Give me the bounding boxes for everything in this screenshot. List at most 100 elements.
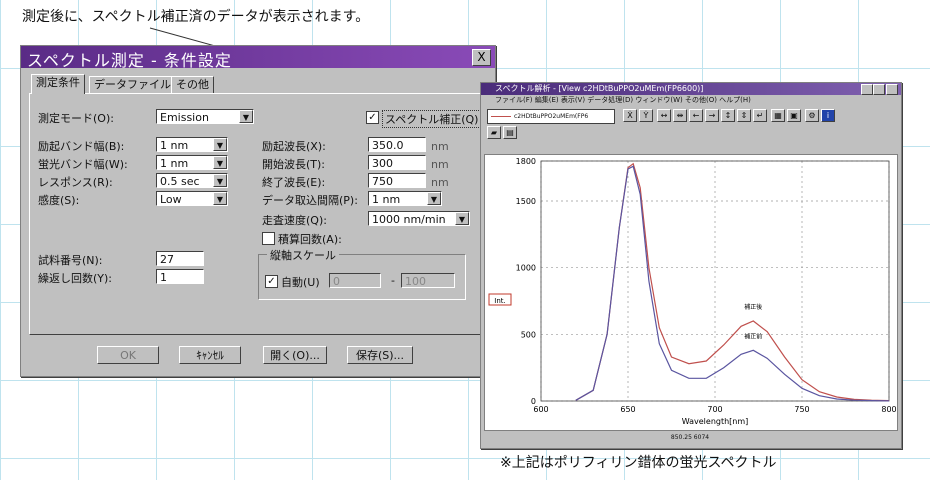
mode-label: 測定モード(O): (38, 112, 114, 125)
y-tick-label: 0 (531, 397, 536, 406)
menu-bar[interactable]: ファイル(F) 編集(E) 表示(V) データ処理(D) ウィンドウ(W) その… (481, 95, 901, 106)
repeat-count-input[interactable]: 1 (156, 269, 204, 284)
response-label: レスポンス(R): (38, 176, 113, 189)
start-wavelength-label: 開始波長(T): (262, 158, 326, 171)
auto-scale-checkbox[interactable]: ✓ (265, 275, 278, 288)
tab-data-file[interactable]: データファイル (89, 76, 176, 93)
ex-wavelength-input[interactable]: 350.0 (368, 137, 426, 152)
spectrum-analysis-window: スペクトル解析 - [View c2HDtBuPPO2uMEm(FP6600)]… (480, 82, 902, 449)
chevron-down-icon: ▼ (213, 138, 227, 151)
chevron-down-icon: ▼ (239, 110, 253, 123)
toolbar: c2HDtBuPPO2uMEm(FP6 Ẋ Ẏ ↔ ⇹ ← → ↕ ⇕ ↵ ▦ … (481, 106, 901, 126)
open-button[interactable]: 開く(O)... (263, 346, 327, 364)
expand-y-icon[interactable]: ↕ (721, 109, 735, 122)
right-arrow-icon[interactable]: → (705, 109, 719, 122)
chevron-down-icon: ▼ (427, 192, 441, 205)
expand-x-icon[interactable]: ↔ (657, 109, 671, 122)
tab-other[interactable]: その他 (171, 76, 214, 93)
scale-max-input[interactable]: 100 (401, 273, 455, 288)
em-band-select[interactable]: 1 nm ▼ (156, 155, 228, 170)
start-wavelength-input[interactable]: 300 (368, 155, 426, 170)
unit-label: nm (431, 176, 449, 189)
save-button[interactable]: 保存(S)... (347, 346, 413, 364)
print-icon[interactable]: ▤ (503, 126, 517, 139)
correction-label: スペクトル補正(Q) (382, 110, 482, 128)
series-line (575, 165, 890, 402)
sample-number-label: 試料番号(N): (38, 254, 103, 267)
spectrum-chart: 600 650 700 750 800 0 500 1000 1500 1800 Wavelengt… (488, 157, 897, 426)
y-tick-label: 1000 (516, 264, 536, 273)
status-bar: 850.25 6074 (484, 432, 896, 444)
unit-label: nm (431, 158, 449, 171)
ex-wavelength-label: 励起波長(X): (262, 140, 326, 153)
left-arrow-icon[interactable]: ← (689, 109, 703, 122)
settings-icon[interactable]: ⚙ (805, 109, 819, 122)
speed-select[interactable]: 1000 nm/min ▼ (368, 211, 470, 226)
analysis-title: スペクトル解析 - [View c2HDtBuPPO2uMEm(FP6600)] (495, 84, 704, 93)
spectrum-combo[interactable]: c2HDtBuPPO2uMEm(FP6 (487, 109, 615, 124)
tab-measurement-conditions[interactable]: 測定条件 (31, 74, 85, 94)
return-icon[interactable]: ↵ (753, 109, 767, 122)
tab-panel: 測定モード(O): Emission ▼ ✓ スペクトル補正(Q) 励起バンド幅(… (29, 93, 487, 335)
dialog-title: スペクトル測定 - 条件設定 (27, 51, 232, 70)
auto-scale-label: 自動(U) (281, 276, 320, 289)
y-axis-label: Int. (494, 297, 505, 305)
response-select[interactable]: 0.5 sec ▼ (156, 173, 228, 188)
sensitivity-select[interactable]: Low ▼ (156, 191, 228, 206)
x-tick-label: 700 (707, 405, 722, 414)
accumulation-label: 積算回数(A): (278, 233, 342, 246)
accumulation-checkbox[interactable] (262, 232, 275, 245)
ok-button[interactable]: OK (97, 346, 159, 364)
end-wavelength-label: 終了波長(E): (262, 176, 326, 189)
zoom-y-icon[interactable]: Ẏ (639, 109, 653, 122)
correction-checkbox[interactable]: ✓ (366, 111, 379, 124)
zoom-x-icon[interactable]: Ẋ (623, 109, 637, 122)
dialog-title-bar: スペクトル測定 - 条件設定 X (21, 46, 495, 70)
end-wavelength-input[interactable]: 750 (368, 173, 426, 188)
secondary-toolbar: ▰ ▤ (481, 126, 901, 140)
mode-select[interactable]: Emission ▼ (156, 109, 254, 124)
measurement-condition-dialog: スペクトル測定 - 条件設定 X 測定条件 データファイル その他 測定モード(… (20, 45, 496, 377)
maximize-icon[interactable] (873, 84, 885, 95)
scale-min-input[interactable]: 0 (329, 273, 381, 288)
x-tick-label: 650 (620, 405, 635, 414)
sensitivity-label: 感度(S): (38, 194, 80, 207)
scale-group-label: 縦軸スケール (267, 247, 339, 263)
x-axis-label: Wavelength[nm] (682, 417, 749, 426)
series-label: 補正後 (744, 303, 762, 311)
caption-bottom: ※上記はポリフィリン錯体の蛍光スペクトル (500, 455, 777, 471)
interval-label: データ取込間隔(P): (262, 194, 358, 207)
ex-band-select[interactable]: 1 nm ▼ (156, 137, 228, 152)
close-icon[interactable] (886, 84, 898, 95)
unit-label: nm (431, 140, 449, 153)
series-label: 補正前 (744, 332, 762, 340)
y-tick-label: 1800 (516, 157, 536, 166)
cancel-button[interactable]: ｷｬﾝｾﾙ (179, 346, 241, 364)
chevron-down-icon: ▼ (213, 156, 227, 169)
shrink-y-icon[interactable]: ⇕ (737, 109, 751, 122)
chevron-down-icon: ▼ (213, 174, 227, 187)
series-line (575, 162, 890, 402)
repeat-count-label: 繰返し回数(Y): (38, 272, 113, 285)
plot-area: 600 650 700 750 800 0 500 1000 1500 1800 Wavelengt… (484, 154, 898, 431)
caption-top: 測定後に、スペクトル補正済のデータが表示されます。 (22, 9, 370, 25)
sample-number-input[interactable]: 27 (156, 251, 204, 266)
chevron-down-icon: ▼ (455, 212, 469, 225)
minimize-icon[interactable] (861, 84, 873, 95)
analysis-title-bar: スペクトル解析 - [View c2HDtBuPPO2uMEm(FP6600)] (481, 83, 901, 95)
overlay-icon[interactable]: ▣ (787, 109, 801, 122)
x-tick-label: 800 (881, 405, 896, 414)
close-button[interactable]: X (472, 49, 491, 66)
x-tick-label: 750 (794, 405, 809, 414)
vertical-scale-group: 縦軸スケール ✓ 自動(U) 0 - 100 (258, 247, 466, 300)
interval-select[interactable]: 1 nm ▼ (368, 191, 442, 206)
info-icon[interactable]: i (821, 109, 835, 122)
folder-icon[interactable]: ▰ (487, 126, 501, 139)
speed-label: 走査速度(Q): (262, 214, 327, 227)
ex-band-label: 励起バンド幅(B): (38, 140, 125, 153)
grid-icon[interactable]: ▦ (771, 109, 785, 122)
shrink-x-icon[interactable]: ⇹ (673, 109, 687, 122)
scale-dash: - (391, 274, 395, 287)
chevron-down-icon: ▼ (213, 192, 227, 205)
x-tick-label: 600 (533, 405, 548, 414)
